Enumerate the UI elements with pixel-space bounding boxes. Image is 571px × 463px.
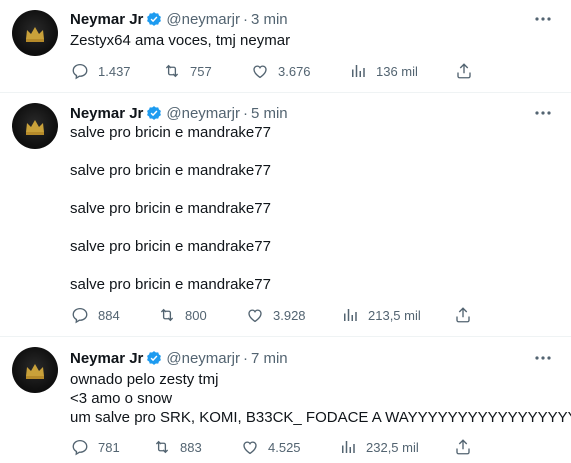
tweet-actions: 781 883 4.525 232,5 mil bbox=[70, 437, 500, 457]
views-button[interactable]: 232,5 mil bbox=[338, 437, 419, 457]
verified-badge-icon bbox=[146, 350, 162, 366]
views-count: 136 mil bbox=[376, 63, 418, 79]
tweet[interactable]: Neymar Jr @neymarjr · 7 min ownado pelo … bbox=[0, 337, 571, 463]
separator-dot: · bbox=[242, 10, 248, 28]
tweet-header: Neymar Jr @neymarjr · 7 min bbox=[70, 348, 288, 368]
reply-icon bbox=[70, 305, 90, 325]
author-name[interactable]: Neymar Jr bbox=[70, 105, 143, 122]
tweet-line: ownado pelo zesty tmj bbox=[70, 371, 219, 388]
avatar[interactable] bbox=[12, 347, 58, 393]
more-options-icon[interactable] bbox=[533, 9, 553, 29]
author-handle[interactable]: @neymarjr bbox=[166, 350, 240, 367]
tweet-line: Zestyx64 ama voces, tmj neymar bbox=[70, 32, 291, 49]
views-icon bbox=[348, 61, 368, 81]
crown-logo bbox=[26, 120, 44, 135]
share-icon bbox=[453, 305, 473, 325]
tweet-text: ownado pelo zesty tmj <3 amo o snow um s… bbox=[70, 370, 571, 427]
views-icon bbox=[340, 305, 360, 325]
retweet-icon bbox=[157, 305, 177, 325]
like-count: 3.928 bbox=[273, 307, 306, 323]
like-button[interactable]: 3.928 bbox=[245, 305, 306, 325]
tweet-text: Zestyx64 ama voces, tmj neymar bbox=[70, 31, 290, 50]
tweet-actions: 1.437 757 3.676 136 mil bbox=[70, 61, 500, 81]
retweet-button[interactable]: 757 bbox=[162, 61, 212, 81]
separator-dot: · bbox=[242, 349, 248, 367]
tweet-line: <3 amo o snow bbox=[70, 390, 173, 407]
retweet-button[interactable]: 800 bbox=[157, 305, 207, 325]
tweet-line: salve pro bricin e mandrake77 bbox=[70, 200, 271, 217]
tweet-text: salve pro bricin e mandrake77 salve pro … bbox=[70, 123, 271, 294]
reply-icon bbox=[70, 61, 90, 81]
crown-logo bbox=[26, 27, 44, 42]
tweet-line: salve pro bricin e mandrake77 bbox=[70, 276, 271, 293]
views-icon bbox=[338, 437, 358, 457]
heart-icon bbox=[240, 437, 260, 457]
reply-icon bbox=[70, 437, 90, 457]
crown-logo bbox=[26, 364, 44, 379]
avatar[interactable] bbox=[12, 103, 58, 149]
views-count: 213,5 mil bbox=[368, 307, 421, 323]
heart-icon bbox=[250, 61, 270, 81]
author-handle[interactable]: @neymarjr bbox=[166, 11, 240, 28]
reply-button[interactable]: 884 bbox=[70, 305, 120, 325]
heart-icon bbox=[245, 305, 265, 325]
share-button[interactable] bbox=[453, 305, 473, 325]
views-button[interactable]: 136 mil bbox=[348, 61, 418, 81]
timestamp[interactable]: 7 min bbox=[251, 350, 288, 367]
retweet-button[interactable]: 883 bbox=[152, 437, 202, 457]
retweet-count: 800 bbox=[185, 307, 207, 323]
author-name[interactable]: Neymar Jr bbox=[70, 350, 143, 367]
retweet-count: 883 bbox=[180, 439, 202, 455]
timestamp[interactable]: 5 min bbox=[251, 105, 288, 122]
reply-count: 781 bbox=[98, 439, 120, 455]
reply-button[interactable]: 1.437 bbox=[70, 61, 131, 81]
tweet-line: salve pro bricin e mandrake77 bbox=[70, 124, 271, 141]
separator-dot: · bbox=[242, 104, 248, 122]
reply-count: 884 bbox=[98, 307, 120, 323]
avatar[interactable] bbox=[12, 10, 58, 56]
more-options-icon[interactable] bbox=[533, 348, 553, 368]
verified-badge-icon bbox=[146, 11, 162, 27]
share-button[interactable] bbox=[453, 437, 473, 457]
like-button[interactable]: 4.525 bbox=[240, 437, 301, 457]
reply-count: 1.437 bbox=[98, 63, 131, 79]
tweet-line: um salve pro SRK, KOMI, B33CK_ FODACE A … bbox=[70, 409, 571, 426]
share-button[interactable] bbox=[454, 61, 474, 81]
retweet-icon bbox=[162, 61, 182, 81]
retweet-icon bbox=[152, 437, 172, 457]
verified-badge-icon bbox=[146, 105, 162, 121]
retweet-count: 757 bbox=[190, 63, 212, 79]
author-handle[interactable]: @neymarjr bbox=[166, 105, 240, 122]
share-icon bbox=[453, 437, 473, 457]
views-button[interactable]: 213,5 mil bbox=[340, 305, 421, 325]
tweet-header: Neymar Jr @neymarjr · 5 min bbox=[70, 103, 288, 123]
tweet[interactable]: Neymar Jr @neymarjr · 3 min Zestyx64 ama… bbox=[0, 0, 571, 93]
tweet-actions: 884 800 3.928 213,5 mil bbox=[70, 305, 500, 325]
like-count: 4.525 bbox=[268, 439, 301, 455]
tweet-line: salve pro bricin e mandrake77 bbox=[70, 238, 271, 255]
author-name[interactable]: Neymar Jr bbox=[70, 11, 143, 28]
tweet[interactable]: Neymar Jr @neymarjr · 5 min salve pro br… bbox=[0, 93, 571, 337]
reply-button[interactable]: 781 bbox=[70, 437, 120, 457]
like-button[interactable]: 3.676 bbox=[250, 61, 311, 81]
like-count: 3.676 bbox=[278, 63, 311, 79]
tweet-header: Neymar Jr @neymarjr · 3 min bbox=[70, 9, 288, 29]
tweet-line: salve pro bricin e mandrake77 bbox=[70, 162, 271, 179]
more-options-icon[interactable] bbox=[533, 103, 553, 123]
views-count: 232,5 mil bbox=[366, 439, 419, 455]
timestamp[interactable]: 3 min bbox=[251, 11, 288, 28]
share-icon bbox=[454, 61, 474, 81]
